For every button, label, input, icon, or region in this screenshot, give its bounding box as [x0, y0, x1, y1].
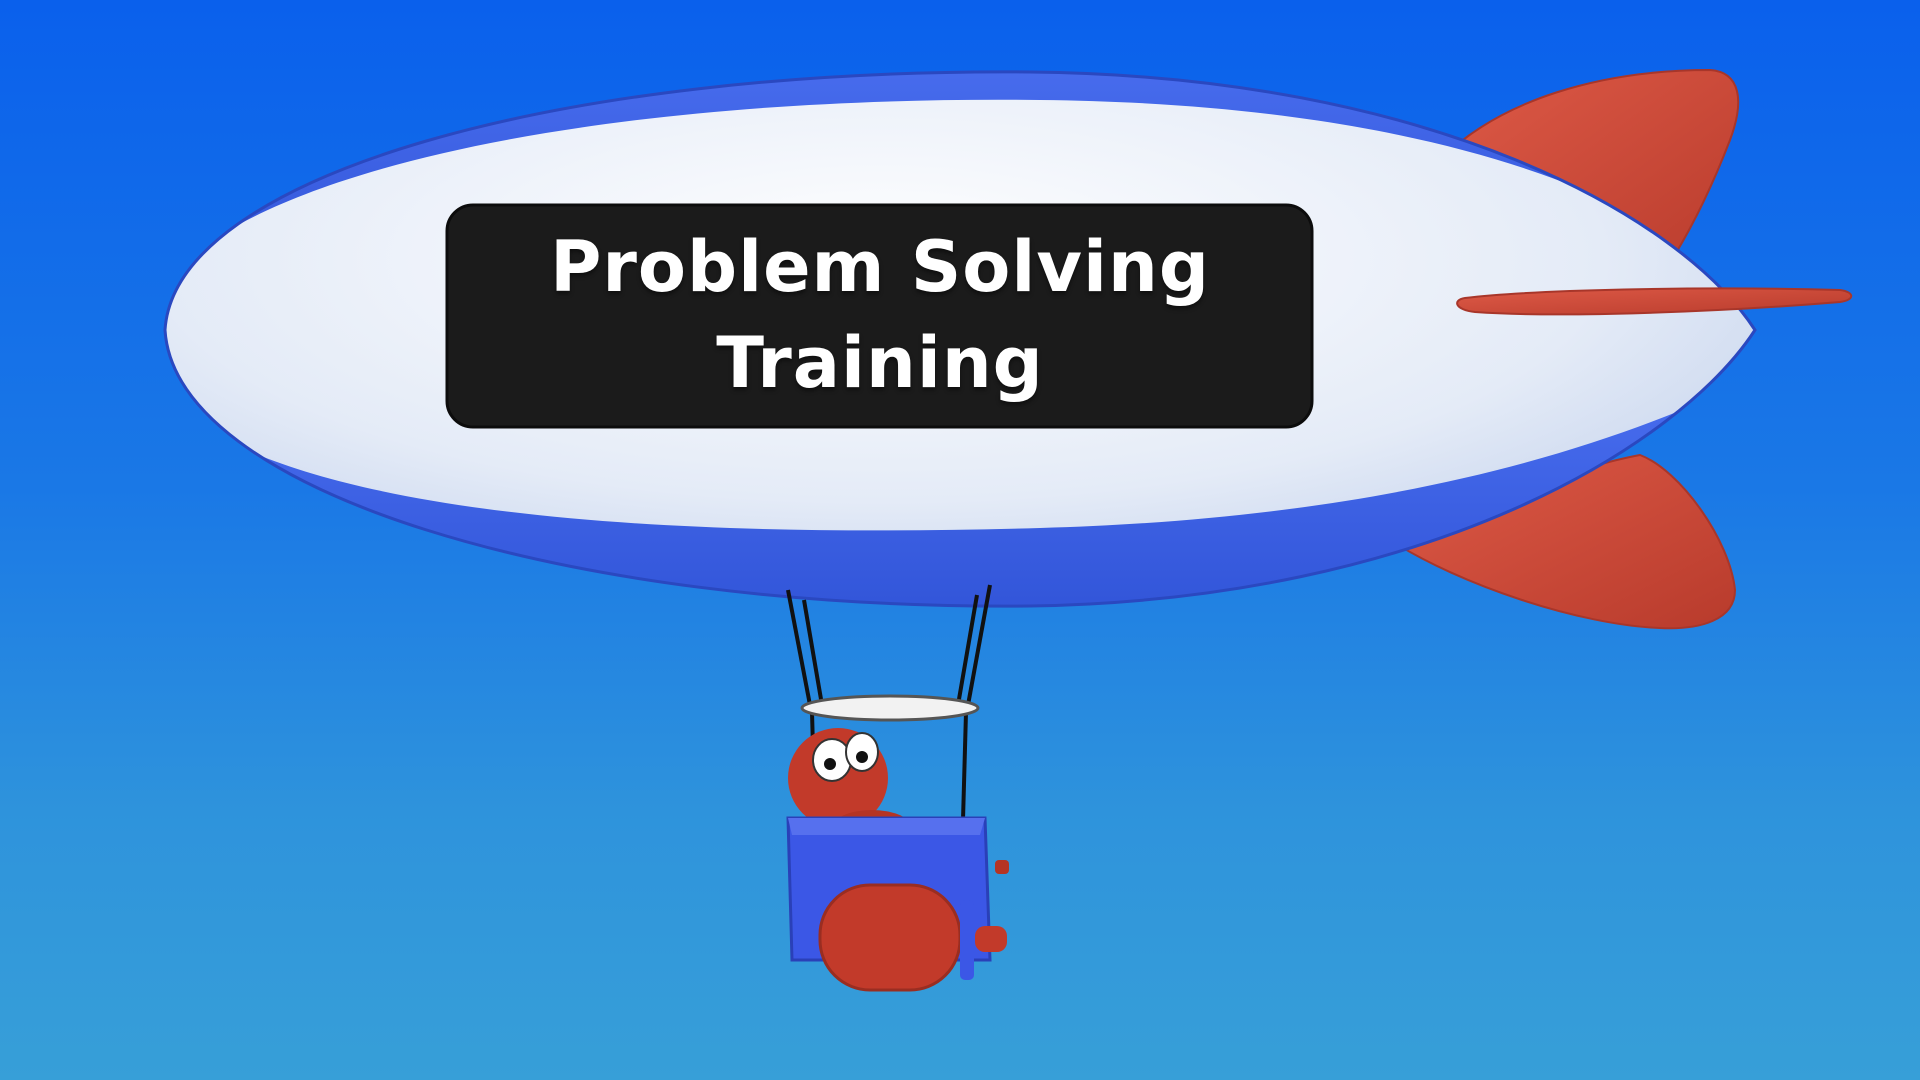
blimp-illustration [163, 68, 1853, 992]
banner-title: Problem Solving Training [450, 205, 1310, 425]
gondola-ring [800, 694, 980, 722]
banner-title-line2: Training [716, 322, 1044, 404]
sky-background: Problem Solving Training [0, 0, 1920, 1080]
banner-title-line1: Problem Solving [550, 226, 1210, 308]
